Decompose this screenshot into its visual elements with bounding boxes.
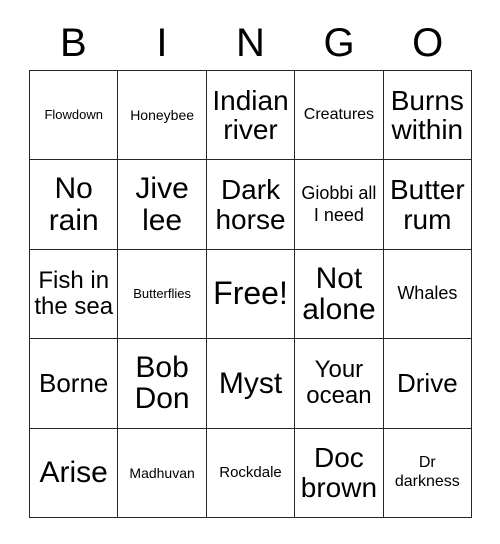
bingo-header-letter-i-label: I bbox=[156, 21, 168, 65]
bingo-cell-r4c3[interactable]: Myst bbox=[206, 339, 296, 429]
bingo-cell-label: No rain bbox=[48, 172, 99, 237]
bingo-cell-label: Bob Don bbox=[134, 350, 190, 416]
bingo-cell-label: Arise bbox=[39, 456, 108, 490]
bingo-header-letter-b: B bbox=[29, 16, 118, 70]
bingo-cell-label: Fish in the sea bbox=[34, 266, 114, 321]
bingo-header-letter-n-label: N bbox=[236, 21, 265, 65]
bingo-cell-label: Drive bbox=[396, 368, 458, 399]
bingo-cell-r4c5[interactable]: Drive bbox=[383, 339, 473, 429]
bingo-cell-r2c5[interactable]: Butter rum bbox=[383, 160, 473, 250]
bingo-cell-label: Flowdown bbox=[44, 106, 103, 122]
bingo-header-row: B I N G O bbox=[29, 16, 472, 70]
bingo-cell-r2c1[interactable]: No rain bbox=[30, 160, 119, 250]
bingo-row: Borne Bob Don Myst Your ocean Drive bbox=[30, 339, 473, 429]
bingo-header-letter-b-label: B bbox=[59, 21, 87, 65]
bingo-cell-r2c3[interactable]: Dark horse bbox=[206, 160, 296, 250]
bingo-cell-label: Butter rum bbox=[389, 173, 465, 235]
bingo-header-letter-o-label: O bbox=[412, 21, 444, 65]
bingo-cell-label: Your ocean bbox=[306, 356, 372, 410]
bingo-cell-r5c1[interactable]: Arise bbox=[30, 428, 119, 519]
bingo-cell-label: Giobbi all I need bbox=[301, 182, 377, 225]
bingo-cell-r1c3[interactable]: Indian river bbox=[206, 71, 296, 161]
bingo-cell-label: Doc brown bbox=[300, 442, 378, 503]
bingo-cell-label: Rockdale bbox=[219, 464, 282, 482]
bingo-cell-free-space[interactable]: Free! bbox=[206, 249, 296, 340]
bingo-header-letter-i: I bbox=[118, 16, 207, 70]
bingo-header-letter-n: N bbox=[206, 16, 295, 70]
bingo-header-letter-g-label: G bbox=[323, 21, 355, 65]
bingo-cell-r5c4[interactable]: Doc brown bbox=[295, 428, 384, 519]
bingo-cell-r2c2[interactable]: Jive lee bbox=[118, 160, 207, 250]
bingo-header-letter-o: O bbox=[383, 16, 472, 70]
bingo-cell-r3c5[interactable]: Whales bbox=[383, 249, 473, 340]
bingo-row: Fish in the sea Butterflies Free! Not al… bbox=[30, 249, 473, 340]
bingo-cell-label: Borne bbox=[39, 368, 109, 399]
bingo-cell-r1c2[interactable]: Honeybee bbox=[118, 71, 207, 161]
bingo-cell-label: Whales bbox=[397, 283, 458, 304]
bingo-grid: Flowdown Honeybee Indian river Creatures… bbox=[29, 70, 473, 519]
bingo-cell-label: Creatures bbox=[303, 105, 375, 123]
bingo-cell-r4c2[interactable]: Bob Don bbox=[118, 339, 207, 429]
bingo-cell-r1c5[interactable]: Burns within bbox=[383, 71, 473, 161]
bingo-cell-label: Not alone bbox=[302, 261, 376, 327]
bingo-cell-r3c4[interactable]: Not alone bbox=[295, 249, 384, 340]
bingo-cell-label: Madhuvan bbox=[129, 464, 195, 481]
bingo-free-space-label: Free! bbox=[213, 275, 288, 312]
bingo-card: B I N G O Flowdown Honeybee Indian river bbox=[0, 0, 500, 544]
bingo-cell-label: Honeybee bbox=[130, 107, 195, 124]
bingo-cell-r3c1[interactable]: Fish in the sea bbox=[30, 249, 119, 340]
bingo-cell-label: Myst bbox=[218, 366, 283, 400]
bingo-cell-r3c2[interactable]: Butterflies bbox=[118, 249, 207, 340]
bingo-cell-label: Burns within bbox=[390, 84, 464, 146]
bingo-cell-r5c2[interactable]: Madhuvan bbox=[118, 428, 207, 519]
bingo-cell-r4c1[interactable]: Borne bbox=[30, 339, 119, 429]
bingo-row: Arise Madhuvan Rockdale Doc brown Dr dar… bbox=[30, 428, 473, 519]
bingo-cell-r1c1[interactable]: Flowdown bbox=[30, 71, 119, 161]
bingo-row: No rain Jive lee Dark horse Giobbi all I… bbox=[30, 160, 473, 250]
bingo-cell-r1c4[interactable]: Creatures bbox=[295, 71, 384, 161]
bingo-cell-label: Indian river bbox=[212, 84, 289, 146]
bingo-cell-label: Butterflies bbox=[133, 285, 192, 301]
bingo-cell-r2c4[interactable]: Giobbi all I need bbox=[295, 160, 384, 250]
bingo-cell-label: Jive lee bbox=[135, 172, 189, 237]
bingo-cell-r4c4[interactable]: Your ocean bbox=[295, 339, 384, 429]
bingo-cell-label: Dr darkness bbox=[394, 453, 460, 490]
bingo-cell-r5c5[interactable]: Dr darkness bbox=[383, 428, 473, 519]
bingo-cell-label: Dark horse bbox=[215, 173, 286, 235]
bingo-cell-r5c3[interactable]: Rockdale bbox=[206, 428, 296, 519]
bingo-header-letter-g: G bbox=[295, 16, 384, 70]
bingo-row: Flowdown Honeybee Indian river Creatures… bbox=[30, 71, 473, 161]
